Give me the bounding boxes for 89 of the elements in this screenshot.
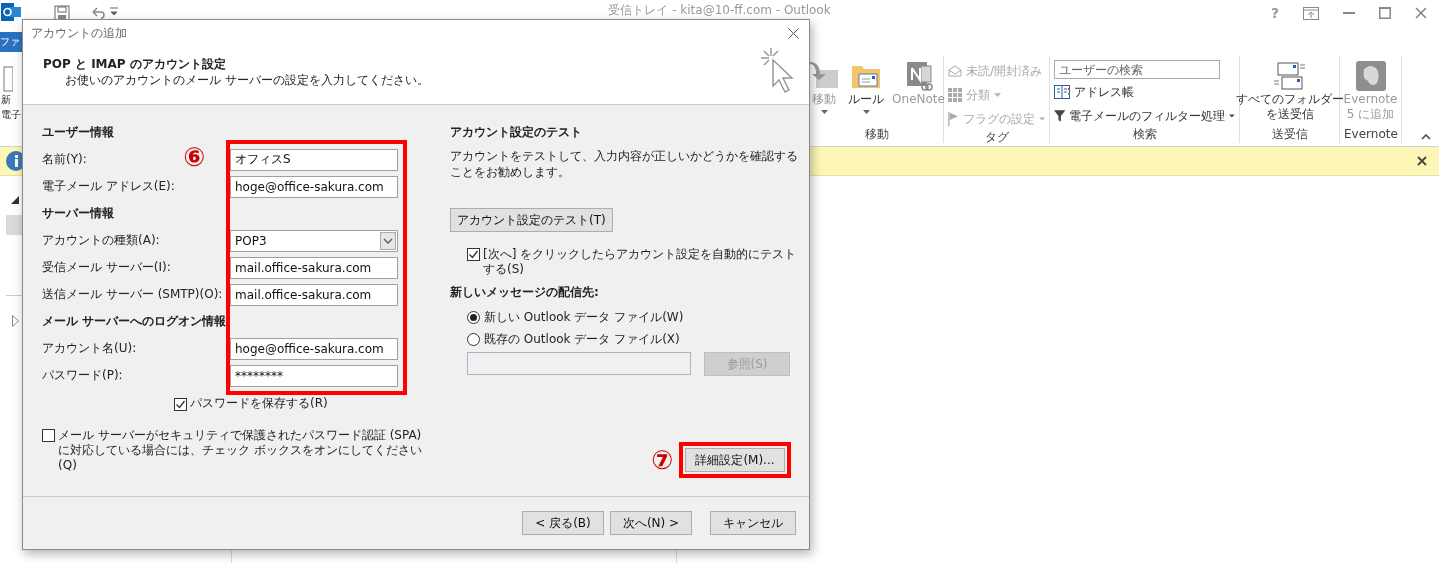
- elephant-icon: [1354, 60, 1387, 92]
- ribbon-button-label: すべてのフォルダー: [1235, 92, 1344, 107]
- chevron-down-icon: [383, 237, 393, 244]
- input-field[interactable]: ********: [230, 364, 398, 387]
- section-title: サーバー情報: [42, 205, 115, 222]
- close-icon[interactable]: [788, 27, 799, 39]
- field-label: アカウント名(U):: [42, 340, 137, 357]
- input-field[interactable]: mail.office-sakura.com: [230, 283, 398, 306]
- ribbon-group-label: 検索: [1131, 127, 1158, 141]
- input-field[interactable]: hoge@office-sakura.com: [230, 175, 398, 198]
- envelope-icon: [948, 65, 962, 77]
- customize-icon[interactable]: [110, 5, 118, 15]
- ribbon-button-label: OneNote: [892, 92, 945, 107]
- ribbon-group-label: Evernote: [1344, 127, 1397, 141]
- window-title: 受信トレイ - kita@10-ff.com - Outlook: [607, 3, 832, 17]
- ribbon-group-label: 移動: [863, 127, 890, 141]
- ribbon-button-label: Evernote: [1343, 92, 1398, 107]
- ribbon-button-label: 未読/開封済み: [966, 62, 1043, 80]
- caret-icon: [820, 110, 828, 114]
- field-label: 送信メール サーバー (SMTP)(O):: [42, 286, 223, 303]
- description-text: アカウントをテストして、入力内容が正しいかどうかを確認することをお勧めします。: [450, 148, 799, 180]
- search-field[interactable]: ユーザーの検索: [1054, 60, 1220, 79]
- ribbon-button-label: 電子メールのフィルター処理: [1069, 107, 1226, 125]
- save-icon[interactable]: [54, 5, 70, 21]
- input-field[interactable]: hoge@office-sakura.com: [230, 337, 398, 360]
- ribbon-display-icon[interactable]: [1303, 6, 1319, 20]
- checkbox-label[interactable]: [次へ] をクリックしたらアカウント設定を自動的にテストする(S): [483, 247, 801, 277]
- new-mail-label[interactable]: 新: [1, 92, 11, 107]
- radio-label[interactable]: 既存の Outlook データ ファイル(X): [484, 330, 680, 348]
- field-label: 電子メール アドレス(E):: [42, 178, 175, 195]
- more-settings-button[interactable]: 詳細設定(M)...: [685, 448, 785, 472]
- annotation-number: ⑥: [183, 142, 205, 172]
- ribbon-group-label: タグ: [983, 130, 1010, 144]
- new-mail-label[interactable]: 電子: [1, 107, 21, 122]
- dialog-button[interactable]: 次へ(N) >: [610, 511, 692, 535]
- field-label: アカウントの種類(A):: [42, 232, 160, 249]
- dialog-title: アカウントの追加: [31, 24, 127, 42]
- caret-icon: [1038, 117, 1045, 121]
- file-path-field[interactable]: [467, 352, 691, 375]
- dialog-button[interactable]: < 戻る(B): [522, 511, 604, 535]
- ribbon-button-label: フラグの設定: [962, 110, 1035, 128]
- checkbox-label[interactable]: パスワードを保存する(R): [190, 395, 328, 412]
- checkbox[interactable]: [467, 248, 480, 261]
- ribbon-button[interactable]: ルール: [846, 60, 887, 127]
- ribbon-button[interactable]: 電子メールのフィルター処理: [1054, 105, 1235, 127]
- field-label: 受信メール サーバー(I):: [42, 259, 171, 276]
- checkbox-label[interactable]: メール サーバーがセキュリティで保護されたパスワード認証 (SPA) に対応している場合には、チェック ボックスをオンにしてください(Q): [58, 428, 434, 473]
- test-account-button[interactable]: アカウント設定のテスト(T): [450, 208, 613, 232]
- caret-icon: [1229, 114, 1235, 118]
- dialog-subheading: お使いのアカウントのメール サーバーの設定を入力してください。: [64, 72, 429, 88]
- annotation-number: ⑦: [651, 445, 673, 475]
- expand-triangle-icon[interactable]: [11, 196, 19, 204]
- input-field[interactable]: mail.office-sakura.com: [230, 256, 398, 279]
- input-field[interactable]: オフィスS: [230, 148, 398, 171]
- checkbox[interactable]: [174, 397, 187, 411]
- caret-icon: [994, 93, 1001, 97]
- dialog-button[interactable]: キャンセル: [710, 511, 796, 535]
- field-label: パスワード(P):: [42, 367, 123, 384]
- radio-button[interactable]: [467, 310, 480, 324]
- flag-icon: [948, 111, 959, 127]
- account-type-dropdown[interactable]: POP3: [230, 229, 398, 252]
- ribbon-group-label: 送受信: [1270, 127, 1309, 141]
- section-title: 新しいメッセージの配信先:: [450, 284, 599, 301]
- section-title: アカウント設定のテスト: [450, 124, 582, 141]
- ribbon-button-label: 分類: [966, 86, 990, 104]
- ribbon-button-label: ルール: [848, 92, 885, 107]
- radio-button[interactable]: [467, 332, 480, 346]
- funnel-icon: [1054, 109, 1066, 123]
- envelopes-icon: [1273, 60, 1306, 92]
- field-label: 名前(Y):: [42, 151, 87, 168]
- radio-label[interactable]: 新しい Outlook データ ファイル(W): [484, 308, 684, 326]
- maximize-icon[interactable]: [1379, 7, 1391, 19]
- collapsed-triangle-icon[interactable]: [12, 315, 19, 327]
- undo-icon[interactable]: [90, 5, 106, 21]
- ribbon-button-label: アドレス帳: [1074, 83, 1134, 101]
- close-icon[interactable]: [1417, 156, 1427, 166]
- caret-icon: [862, 110, 870, 114]
- category-grid-icon: [948, 88, 962, 102]
- dialog-heading: POP と IMAP のアカウント設定: [43, 56, 227, 72]
- section-title: ユーザー情報: [42, 124, 115, 141]
- ribbon-button[interactable]: アドレス帳: [1054, 81, 1235, 103]
- file-tab[interactable]: ファ: [0, 32, 22, 52]
- address-book-icon: [1054, 85, 1070, 99]
- ribbon-button-label: を送受信: [1265, 107, 1314, 122]
- checkbox[interactable]: [42, 429, 55, 442]
- collapse-ribbon-icon[interactable]: [1421, 134, 1431, 140]
- section-title: メール サーバーへのログオン情報: [42, 313, 228, 330]
- ribbon-button-label: 5 に追加: [1346, 107, 1395, 122]
- ribbon-button-label: 移動: [812, 92, 837, 107]
